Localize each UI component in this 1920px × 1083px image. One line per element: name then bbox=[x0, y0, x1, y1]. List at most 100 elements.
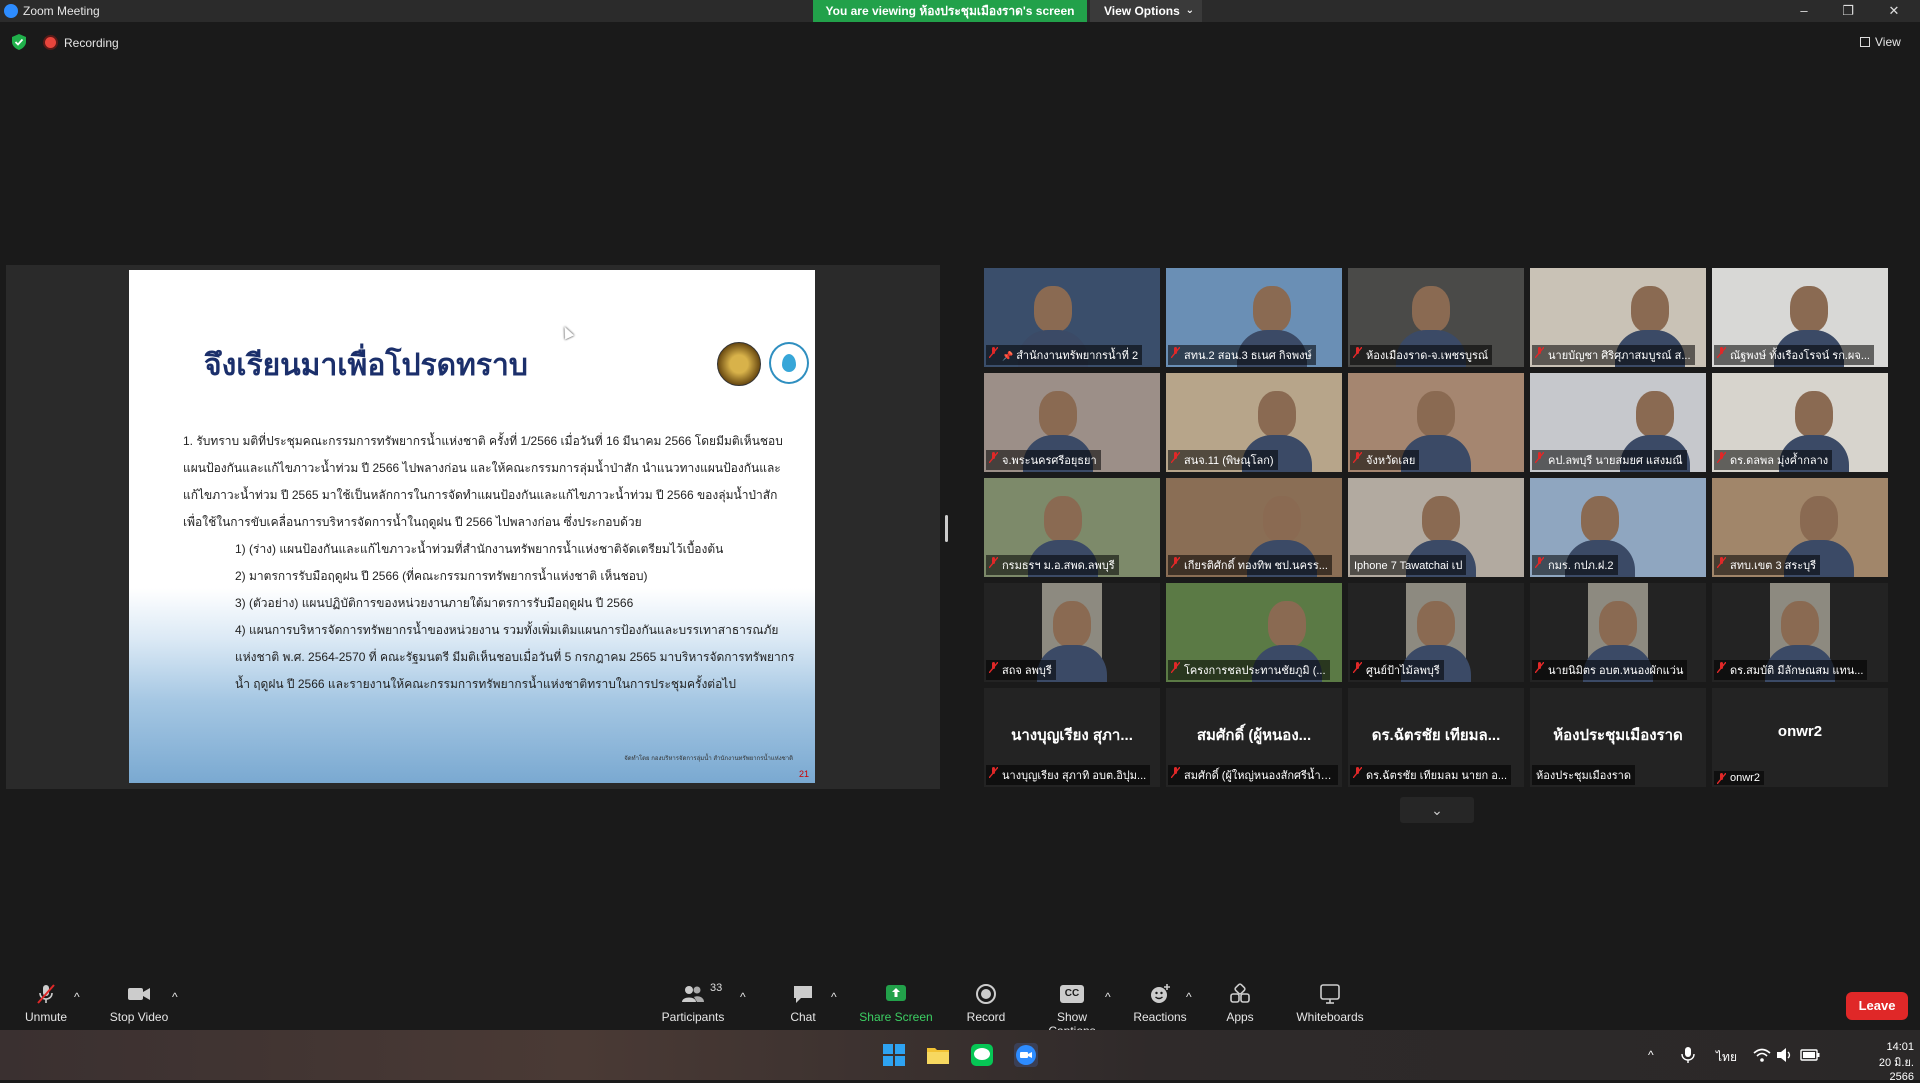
participant-name-text: สำนักงานทรัพยากรน้ำที่ 2 bbox=[1016, 350, 1139, 362]
zoom-taskbar-icon[interactable] bbox=[1014, 1043, 1038, 1067]
participant-name: สทน.2 สอน.3 ธเนศ กิจพงษ์ bbox=[1168, 345, 1316, 365]
whiteboards-button[interactable]: Whiteboards bbox=[1294, 982, 1366, 1024]
participant-tile[interactable]: ณัฐพงษ์ ทั้งเรืองโรจน์ รก.ผจ... bbox=[1712, 268, 1888, 367]
participant-tile[interactable]: นางบุญเรียง สุภา... นางบุญเรียง สุภาทิ อบ… bbox=[984, 688, 1160, 787]
muted-mic-icon bbox=[989, 767, 998, 778]
stop-video-button[interactable]: Stop Video bbox=[106, 982, 172, 1024]
clock[interactable]: 14:01 20 มิ.ย. 2566 bbox=[1860, 1041, 1914, 1083]
microphone-tray-icon[interactable] bbox=[1680, 1046, 1696, 1064]
whiteboards-label: Whiteboards bbox=[1296, 1010, 1364, 1024]
share-screen-button[interactable]: Share Screen bbox=[858, 982, 934, 1024]
clock-date: 20 มิ.ย. 2566 bbox=[1878, 1057, 1914, 1083]
participant-name-text: สทบ.เขต 3 สระบุรี bbox=[1730, 560, 1817, 572]
chat-bubble-icon bbox=[786, 982, 820, 1006]
participant-tile[interactable]: ห้องเมืองราด-จ.เพชรบูรณ์ bbox=[1348, 268, 1524, 367]
chat-button[interactable]: Chat bbox=[786, 982, 820, 1024]
participants-label: Participants bbox=[661, 1010, 725, 1024]
participants-button[interactable]: 33 Participants bbox=[660, 982, 726, 1024]
muted-mic-icon bbox=[1717, 347, 1726, 358]
participant-tile[interactable]: ศูนย์ป้าไม้ลพบุรี bbox=[1348, 583, 1524, 682]
participant-name: กมร. กปภ.ฝ.2 bbox=[1532, 555, 1618, 575]
participant-name: เกียรติศักดิ์ ทองทิพ ชป.นครร... bbox=[1168, 555, 1332, 575]
input-language[interactable]: ไทย bbox=[1716, 1048, 1737, 1067]
view-options-button[interactable]: View Options ⌄ bbox=[1090, 0, 1202, 22]
muted-mic-icon bbox=[1171, 557, 1180, 568]
person-head bbox=[1790, 286, 1828, 332]
video-options-caret-icon[interactable]: ^ bbox=[172, 990, 178, 1004]
participant-tile[interactable]: ห้องประชุมเมืองราด ห้องประชุมเมืองราด bbox=[1530, 688, 1706, 787]
participant-tile[interactable]: ดร.ฉัตรชัย เทียมล... ดร.ฉัตรชัย เทียมลม น… bbox=[1348, 688, 1524, 787]
participant-name-text: สมศักดิ์ (ผู้ใหญ่หนองสักศรีน้ำก... bbox=[1184, 770, 1337, 782]
participant-tile[interactable]: สนจ.11 (พิษณุโลก) bbox=[1166, 373, 1342, 472]
stop-video-label: Stop Video bbox=[109, 1010, 169, 1024]
leave-button[interactable]: Leave bbox=[1846, 992, 1908, 1020]
person-head bbox=[1800, 496, 1838, 542]
participant-tile[interactable]: นายบัญชา ศิริศุภาสมบูรณ์ ส... bbox=[1530, 268, 1706, 367]
participant-tile[interactable]: ดร.สมบัติ มีลักษณสม แทน... bbox=[1712, 583, 1888, 682]
captions-caret-icon[interactable]: ^ bbox=[1105, 990, 1111, 1004]
recording-label[interactable]: Recording bbox=[64, 36, 119, 50]
chevron-down-icon: ⌄ bbox=[1431, 802, 1443, 818]
participant-tile[interactable]: จังหวัดเลย bbox=[1348, 373, 1524, 472]
person-head bbox=[1781, 601, 1819, 647]
person-head bbox=[1795, 391, 1833, 437]
chevron-down-icon: ⌄ bbox=[1185, 5, 1194, 16]
participant-tile[interactable]: สทบ.เขต 3 สระบุรี bbox=[1712, 478, 1888, 577]
participant-name-text: นางบุญเรียง สุภาทิ อบต.อิปุม... bbox=[1002, 770, 1147, 782]
show-hidden-icons-chevron-icon[interactable]: ^ bbox=[1648, 1048, 1654, 1062]
participant-tile[interactable]: จ.พระนครศรีอยุธยา bbox=[984, 373, 1160, 472]
muted-mic-icon bbox=[1171, 347, 1180, 358]
close-button[interactable]: ✕ bbox=[1874, 1, 1914, 21]
chat-caret-icon[interactable]: ^ bbox=[831, 990, 837, 1004]
participant-tile[interactable]: เกียรติศักดิ์ ทองทิพ ชป.นครร... bbox=[1166, 478, 1342, 577]
apps-button[interactable]: Apps bbox=[1222, 982, 1258, 1024]
person-head bbox=[1268, 601, 1306, 647]
file-explorer-icon[interactable] bbox=[926, 1043, 950, 1067]
person-head bbox=[1417, 391, 1455, 437]
participant-tile[interactable]: สทน.2 สอน.3 ธเนศ กิจพงษ์ bbox=[1166, 268, 1342, 367]
participant-name-text: onwr2 bbox=[1730, 772, 1760, 784]
reactions-caret-icon[interactable]: ^ bbox=[1186, 990, 1192, 1004]
maximize-button[interactable]: ❐ bbox=[1828, 1, 1868, 21]
muted-mic-icon bbox=[989, 557, 998, 568]
split-view-handle[interactable] bbox=[945, 515, 948, 542]
record-button[interactable]: Record bbox=[964, 982, 1008, 1024]
participant-tile[interactable]: คป.ลพบุรี นายสมยศ แสงมณี bbox=[1530, 373, 1706, 472]
participant-tile[interactable]: สมศักดิ์ (ผู้หนอง... สมศักดิ์ (ผู้ใหญ่หนอ… bbox=[1166, 688, 1342, 787]
whiteboard-icon bbox=[1294, 982, 1366, 1006]
windows-taskbar bbox=[0, 1030, 1920, 1080]
unmute-button[interactable]: Unmute bbox=[20, 982, 72, 1024]
gallery-next-page-button[interactable]: ⌄ bbox=[1400, 797, 1474, 823]
participant-tile[interactable]: สถจ ลพบุรี bbox=[984, 583, 1160, 682]
participants-caret-icon[interactable]: ^ bbox=[740, 990, 746, 1004]
participant-tile[interactable]: โครงการชลประทานชัยภูมิ (... bbox=[1166, 583, 1342, 682]
participant-tile[interactable]: Iphone 7 Tawatchai เป bbox=[1348, 478, 1524, 577]
participant-tile[interactable]: onwr2 onwr2 bbox=[1712, 688, 1888, 787]
reactions-button[interactable]: Reactions bbox=[1132, 982, 1188, 1024]
participant-tile[interactable]: ดร.ดลพล มุ่งค้ำกลาง bbox=[1712, 373, 1888, 472]
participant-tile[interactable]: นายนิมิตร อบต.หนองผักแว่น bbox=[1530, 583, 1706, 682]
record-label: Record bbox=[966, 1010, 1006, 1024]
person-head bbox=[1263, 496, 1301, 542]
wifi-icon[interactable] bbox=[1753, 1047, 1771, 1063]
minimize-button[interactable]: – bbox=[1784, 1, 1824, 21]
speaker-icon[interactable] bbox=[1776, 1047, 1794, 1063]
muted-mic-icon bbox=[1171, 452, 1180, 463]
person-head bbox=[1636, 391, 1674, 437]
line-app-icon[interactable] bbox=[970, 1043, 994, 1067]
person-head bbox=[1599, 601, 1637, 647]
participant-tile[interactable]: กรมธรฯ ม.อ.สพด.ลพบุรี bbox=[984, 478, 1160, 577]
windows-start-icon[interactable] bbox=[882, 1043, 906, 1067]
participant-name: โครงการชลประทานชัยภูมิ (... bbox=[1168, 660, 1330, 680]
participant-tile[interactable]: กมร. กปภ.ฝ.2 bbox=[1530, 478, 1706, 577]
audio-options-caret-icon[interactable]: ^ bbox=[74, 990, 80, 1004]
participant-name: กรมธรฯ ม.อ.สพด.ลพบุรี bbox=[986, 555, 1119, 575]
battery-icon[interactable] bbox=[1800, 1048, 1820, 1062]
shield-icon[interactable] bbox=[12, 34, 26, 50]
view-button[interactable]: View bbox=[1860, 35, 1901, 49]
slide-paragraph: 1. รับทราบ มติที่ประชุมคณะกรรมการทรัพยาก… bbox=[183, 434, 783, 529]
participant-tile[interactable]: 📌 สำนักงานทรัพยากรน้ำที่ 2 bbox=[984, 268, 1160, 367]
person-head bbox=[1253, 286, 1291, 332]
participant-name: ห้องเมืองราด-จ.เพชรบูรณ์ bbox=[1350, 345, 1493, 365]
participant-name: สทบ.เขต 3 สระบุรี bbox=[1714, 555, 1821, 575]
